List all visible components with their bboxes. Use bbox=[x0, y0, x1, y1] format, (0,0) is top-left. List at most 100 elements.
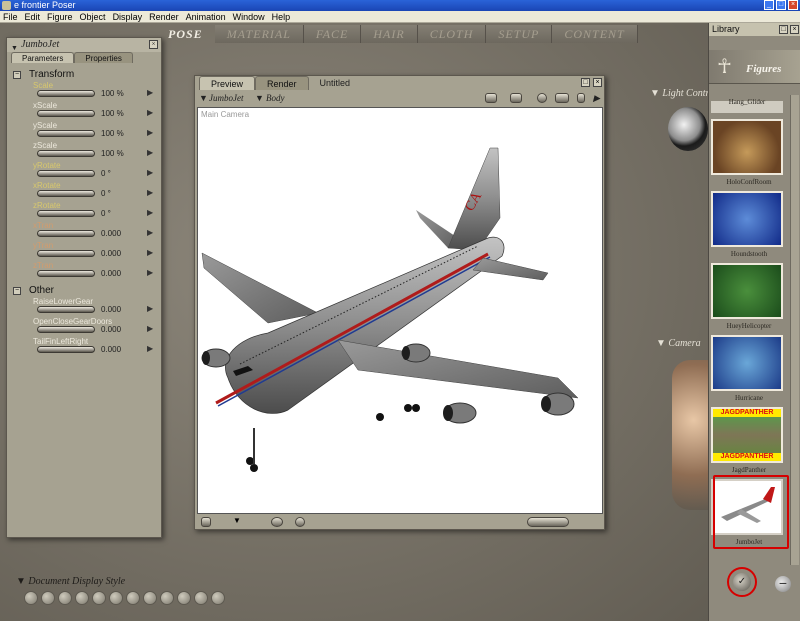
param-row[interactable]: xScale 100 % ▶ bbox=[7, 101, 161, 121]
param-value[interactable]: 0.000 bbox=[101, 229, 121, 238]
collapse-icon[interactable]: − bbox=[13, 287, 21, 295]
display-style-hidden-line-button[interactable] bbox=[75, 591, 89, 605]
param-row[interactable]: zScale 100 % ▶ bbox=[7, 141, 161, 161]
menu-edit[interactable]: Edit bbox=[25, 12, 41, 22]
tab-content[interactable]: CONTENT bbox=[552, 25, 638, 43]
param-dial[interactable] bbox=[37, 190, 95, 197]
param-value[interactable]: 0.000 bbox=[101, 269, 121, 278]
figure-select-menu[interactable]: JumboJet bbox=[209, 90, 243, 106]
menu-file[interactable]: File bbox=[3, 12, 18, 22]
tab-preview[interactable]: Preview bbox=[199, 76, 256, 90]
param-menu-arrow-icon[interactable]: ▶ bbox=[147, 128, 153, 137]
close-button[interactable]: × bbox=[788, 0, 798, 10]
document-close-icon[interactable]: × bbox=[593, 78, 602, 87]
minimize-button[interactable]: _ bbox=[764, 0, 774, 10]
param-value[interactable]: 0.000 bbox=[101, 305, 121, 314]
param-dial[interactable] bbox=[37, 230, 95, 237]
library-close-icon[interactable]: × bbox=[790, 25, 799, 34]
tab-material[interactable]: MATERIAL bbox=[214, 25, 304, 43]
render-settings-icon[interactable] bbox=[510, 93, 522, 103]
param-menu-arrow-icon[interactable]: ▶ bbox=[147, 88, 153, 97]
tab-setup[interactable]: SETUP bbox=[486, 25, 553, 43]
param-dial[interactable] bbox=[37, 170, 95, 177]
param-row[interactable]: TailFinLeftRight 0.000 ▶ bbox=[7, 337, 161, 357]
param-menu-arrow-icon[interactable]: ▶ bbox=[147, 108, 153, 117]
light-controls-sphere[interactable] bbox=[668, 107, 708, 151]
library-item[interactable]: Hurricane bbox=[711, 335, 783, 402]
display-style-cartoon-button[interactable] bbox=[143, 591, 157, 605]
library-item[interactable]: HoloConfRoom bbox=[711, 119, 783, 186]
tab-render[interactable]: Render bbox=[255, 76, 309, 90]
param-menu-arrow-icon[interactable]: ▶ bbox=[147, 188, 153, 197]
param-value[interactable]: 0 ° bbox=[101, 169, 111, 178]
camera-controls-label[interactable]: ▼ Camera bbox=[656, 338, 701, 349]
display-style-silhouette-button[interactable] bbox=[24, 591, 38, 605]
param-menu-arrow-icon[interactable]: ▶ bbox=[147, 304, 153, 313]
element-menu-triangle-icon[interactable]: ▼ bbox=[255, 90, 264, 106]
display-style-smooth-shaded-button[interactable] bbox=[177, 591, 191, 605]
light-toggle-icon[interactable] bbox=[295, 517, 305, 527]
remove-from-library-button[interactable]: − bbox=[775, 576, 791, 592]
menu-render[interactable]: Render bbox=[149, 12, 179, 22]
param-row[interactable]: RaiseLowerGear 0.000 ▶ bbox=[7, 297, 161, 317]
param-value[interactable]: 0.000 bbox=[101, 325, 121, 334]
param-dial[interactable] bbox=[37, 346, 95, 353]
render-icon[interactable] bbox=[485, 93, 497, 103]
camera-menu-triangle-icon[interactable]: ▼ bbox=[233, 516, 241, 525]
expand-icon[interactable]: □ bbox=[581, 78, 590, 87]
panel-menu-triangle-icon[interactable]: ▼ bbox=[11, 41, 18, 55]
tab-cloth[interactable]: CLOTH bbox=[417, 25, 487, 43]
param-menu-arrow-icon[interactable]: ▶ bbox=[147, 248, 153, 257]
display-style-flat-lined-button[interactable] bbox=[126, 591, 140, 605]
library-expand-icon[interactable]: □ bbox=[779, 25, 788, 34]
section-transform[interactable]: − Transform bbox=[7, 69, 161, 81]
param-value[interactable]: 100 % bbox=[101, 89, 124, 98]
param-row[interactable]: zRotate 0 ° ▶ bbox=[7, 201, 161, 221]
param-row[interactable]: Scale 100 % ▶ bbox=[7, 81, 161, 101]
library-item[interactable]: HueyHelicopter bbox=[711, 263, 783, 330]
library-item[interactable]: Houndstooth bbox=[711, 191, 783, 258]
tab-face[interactable]: FACE bbox=[303, 25, 362, 43]
panel-close-icon[interactable]: × bbox=[149, 40, 158, 49]
param-value[interactable]: 100 % bbox=[101, 109, 124, 118]
param-dial[interactable] bbox=[37, 306, 95, 313]
menu-window[interactable]: Window bbox=[233, 12, 265, 22]
view-layout-icon[interactable] bbox=[527, 517, 569, 527]
param-menu-arrow-icon[interactable]: ▶ bbox=[147, 268, 153, 277]
param-dial[interactable] bbox=[37, 130, 95, 137]
param-row[interactable]: zTran 0.000 ▶ bbox=[7, 261, 161, 281]
display-style-cartoon-line-button[interactable] bbox=[160, 591, 174, 605]
param-row[interactable]: yRotate 0 ° ▶ bbox=[7, 161, 161, 181]
param-dial[interactable] bbox=[37, 326, 95, 333]
param-dial[interactable] bbox=[37, 110, 95, 117]
param-dial[interactable] bbox=[37, 150, 95, 157]
tab-hair[interactable]: HAIR bbox=[361, 25, 418, 43]
param-row[interactable]: OpenCloseGearDoors 0.000 ▶ bbox=[7, 317, 161, 337]
move-icon[interactable] bbox=[555, 93, 569, 103]
element-select-menu[interactable]: Body bbox=[266, 90, 285, 106]
param-dial[interactable] bbox=[37, 210, 95, 217]
menu-display[interactable]: Display bbox=[113, 12, 143, 22]
param-value[interactable]: 100 % bbox=[101, 149, 124, 158]
camera-rotate-icon[interactable] bbox=[537, 93, 547, 103]
menu-animation[interactable]: Animation bbox=[186, 12, 226, 22]
display-style-lit-wireframe-button[interactable] bbox=[92, 591, 106, 605]
section-other[interactable]: − Other bbox=[7, 285, 161, 297]
param-dial[interactable] bbox=[37, 90, 95, 97]
library-item[interactable]: JAGDPANTHER JAGDPANTHER JagdPanther bbox=[711, 407, 783, 474]
menu-figure[interactable]: Figure bbox=[47, 12, 73, 22]
shadow-toggle-icon[interactable] bbox=[201, 517, 211, 527]
param-row[interactable]: yScale 100 % ▶ bbox=[7, 121, 161, 141]
menu-help[interactable]: Help bbox=[272, 12, 291, 22]
param-value[interactable]: 100 % bbox=[101, 129, 124, 138]
jumbo-jet-model[interactable]: CA bbox=[198, 108, 603, 514]
tab-properties[interactable]: Properties bbox=[74, 52, 133, 63]
param-menu-arrow-icon[interactable]: ▶ bbox=[147, 344, 153, 353]
param-row[interactable]: xRotate 0 ° ▶ bbox=[7, 181, 161, 201]
library-scrollbar[interactable] bbox=[790, 95, 799, 565]
document-menu-arrow-icon[interactable]: ▶ bbox=[593, 90, 600, 106]
collapse-icon[interactable]: − bbox=[13, 71, 21, 79]
param-menu-arrow-icon[interactable]: ▶ bbox=[147, 168, 153, 177]
param-menu-arrow-icon[interactable]: ▶ bbox=[147, 228, 153, 237]
display-style-outline-button[interactable] bbox=[41, 591, 55, 605]
